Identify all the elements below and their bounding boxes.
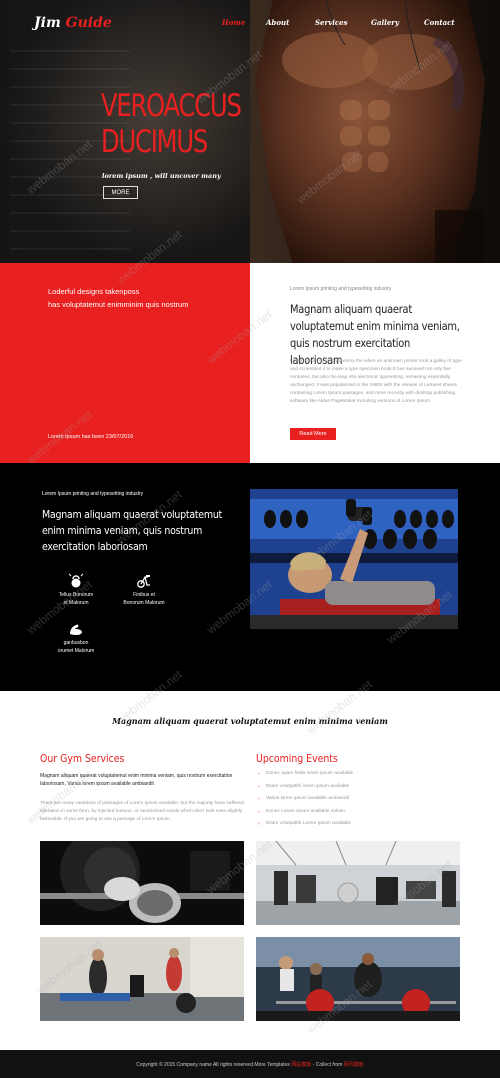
about-text-panel: Lorem Ipsum printing and typesetting ind… xyxy=(250,263,500,463)
page: Jim Guide Home About Services Gallery Co… xyxy=(0,0,500,1078)
feature-line1: ganbusbon xyxy=(63,640,89,646)
nav-about[interactable]: About xyxy=(266,18,289,27)
feature-line2: Bonorum Malorum xyxy=(123,600,165,606)
footer-copyright: Copyright © 2015 Company name All rights… xyxy=(0,1061,500,1068)
event-item[interactable]: › Varius lorem ipsum available ambiandit xyxy=(258,796,458,809)
gallery-photo-gym-interior[interactable] xyxy=(256,841,460,925)
nav-contact[interactable]: Contact xyxy=(424,18,455,27)
footer-link-source[interactable]: 网页模板 xyxy=(344,1062,364,1068)
hero-title: VEROACCUS DUCIMUS xyxy=(101,88,242,160)
flexed-arm-icon xyxy=(70,624,82,636)
hero-athlete-image xyxy=(255,0,485,263)
features-kicker: Lorem Ipsum printing and typesetting ind… xyxy=(42,491,144,497)
bullet-icon: › xyxy=(258,771,260,777)
feature-item: ganbusbon orumet Malorum xyxy=(41,621,111,655)
footer-copy-text: Copyright © 2015 Company name All rights… xyxy=(136,1062,292,1068)
about-red-line2: has voluptatemut enimminim quis nostrum xyxy=(48,300,189,309)
event-item[interactable]: › Donec Lorem Ipsum available volutm xyxy=(258,809,458,822)
about-body: Lorem Ipsum is simply dummy the when an … xyxy=(290,359,462,404)
footer-collect-text: - Collect from xyxy=(311,1062,344,1068)
events-list: › Donec quam feslis lorem ipsum available… xyxy=(258,771,458,834)
features-heading: Magnam aliquam quaerat voluptatemut enim… xyxy=(42,508,223,553)
main-nav: Home About Services Gallery Contact xyxy=(0,18,500,30)
about-red-panel: Loderful designs takenposs has voluptate… xyxy=(0,263,250,463)
event-text: Varius lorem ipsum available ambiandit xyxy=(266,796,350,802)
bullet-icon: › xyxy=(258,796,260,803)
bullet-icon: › xyxy=(258,808,260,815)
events-title: Upcoming Events xyxy=(256,752,338,765)
feature-item: Tellus Bonorum et Malorum xyxy=(41,573,111,607)
bullet-icon: › xyxy=(258,783,260,790)
nav-home[interactable]: Home xyxy=(222,18,245,27)
event-text: Etiam volutpatlrk lorem ipsum available xyxy=(266,783,350,789)
feature-line2: orumet Malorum xyxy=(57,648,95,654)
nav-services[interactable]: Services xyxy=(315,18,348,27)
event-text: Etiam volutpatlrk Lorem Ipsum available xyxy=(266,821,352,827)
gallery-photo-crossfit-class[interactable] xyxy=(40,937,244,1021)
features-section: Lorem Ipsum printing and typesetting ind… xyxy=(0,463,500,691)
feature-line1: Tellus Bonorum xyxy=(58,592,94,598)
nav-gallery[interactable]: Gallery xyxy=(371,18,399,27)
services-body: There are many variations of passages of… xyxy=(40,801,244,822)
event-item[interactable]: › Donec quam feslis lorem ipsum available xyxy=(258,771,458,784)
hero-more-button[interactable]: MORE xyxy=(103,186,138,199)
read-more-button[interactable]: Read More xyxy=(290,428,336,440)
hero-title-line2: DUCIMUS xyxy=(101,124,208,160)
hero-banner: Jim Guide Home About Services Gallery Co… xyxy=(0,0,500,263)
about-kicker: Lorem Ipsum printing and typesetting ind… xyxy=(290,286,392,292)
hero-subtitle: lorem ipsum , will uncover many xyxy=(102,172,221,180)
about-red-line1: Loderful designs takenposs xyxy=(48,287,140,296)
event-text: Donec quam feslis lorem ipsum available xyxy=(266,771,354,776)
feature-line1: Finibus et xyxy=(133,592,155,598)
services-title: Our Gym Services xyxy=(40,752,125,765)
gallery-photo-deadlift[interactable] xyxy=(256,937,460,1021)
gallery-photo-barbell-grip[interactable] xyxy=(40,841,244,925)
event-item[interactable]: › Etiam volutpatlrk Lorem Ipsum available xyxy=(258,821,458,834)
kettlebell-icon xyxy=(68,573,84,588)
hero-title-line1: VEROACCUS xyxy=(101,88,242,124)
about-red-date: Lorem Ipsum has been 23/07/2016 xyxy=(48,434,134,440)
event-item[interactable]: › Etiam volutpatlrk lorem ipsum available xyxy=(258,784,458,797)
site-footer: Copyright © 2015 Company name All rights… xyxy=(0,1050,500,1078)
bench-press-photo xyxy=(250,489,458,629)
event-text: Donec Lorem Ipsum available volutm xyxy=(266,808,345,814)
feature-line2: et Malorum xyxy=(63,600,89,606)
section-tagline: Magnam aliquam quaerat voluptatemut enim… xyxy=(112,716,388,726)
feature-item: Finibus et Bonorum Malorum xyxy=(109,573,179,607)
exercise-bike-icon xyxy=(137,575,150,588)
footer-link-templates[interactable]: 网站模板 xyxy=(291,1062,311,1068)
bullet-icon: › xyxy=(258,821,260,828)
services-lead: Magnam aliquam quaerat voluptatemut enim… xyxy=(40,773,233,788)
